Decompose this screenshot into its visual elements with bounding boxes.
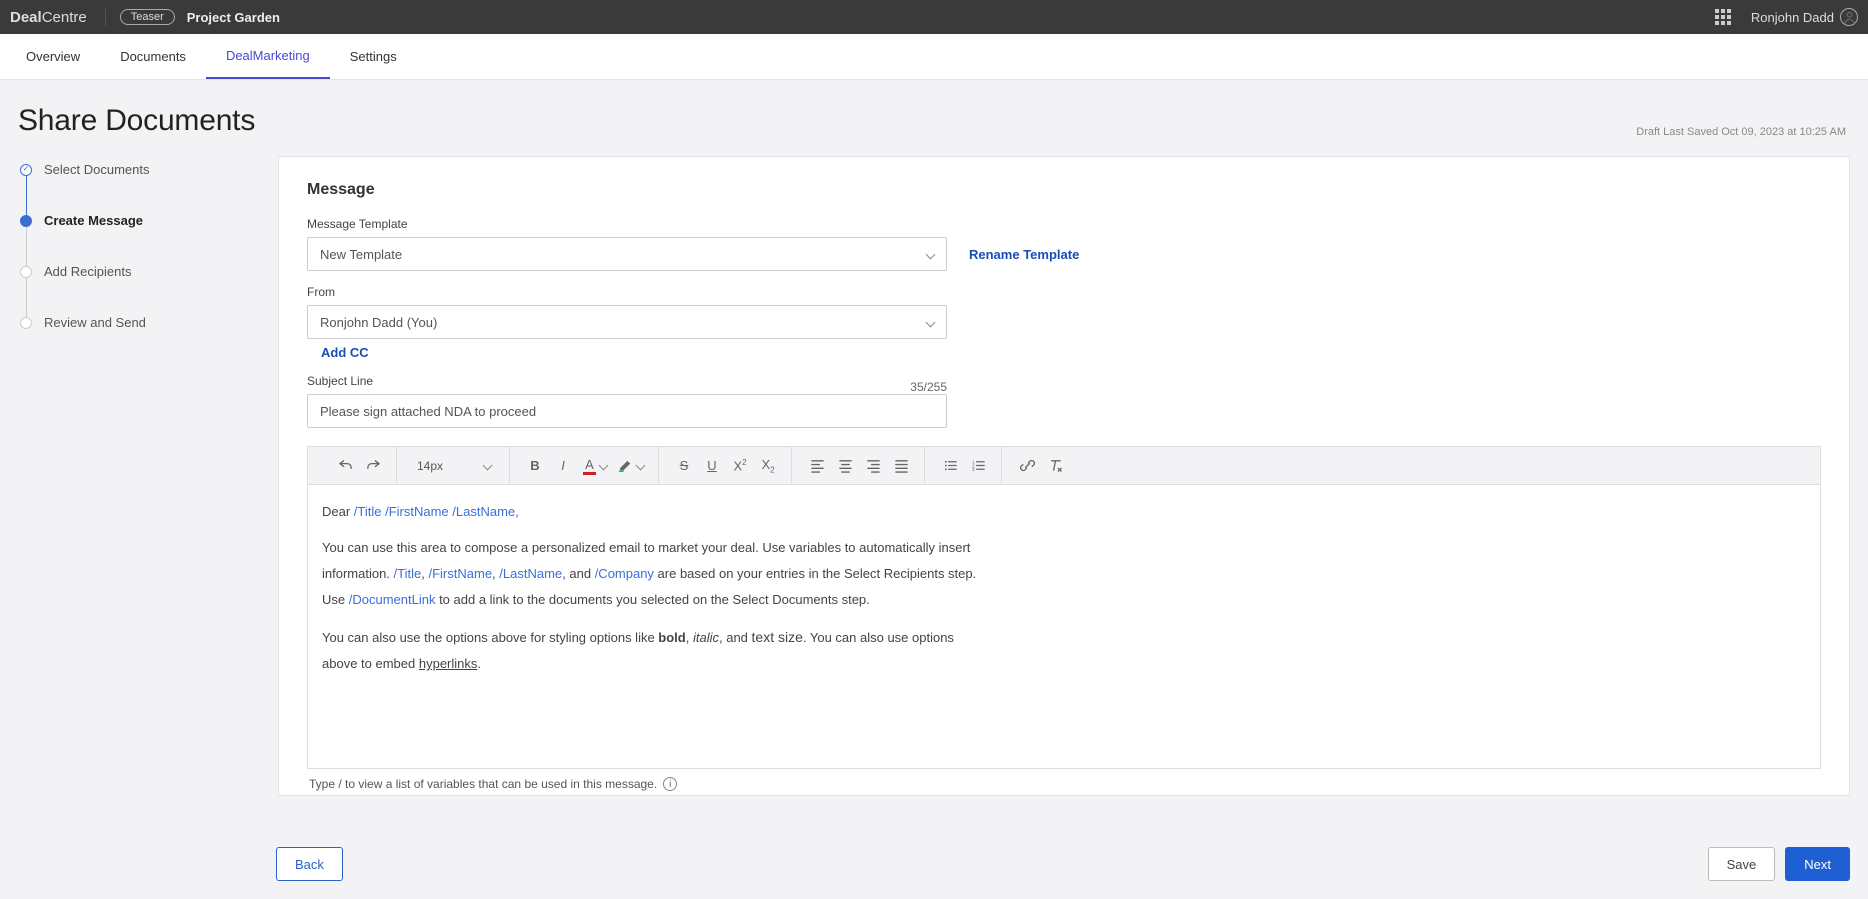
apps-icon[interactable]: [1715, 9, 1731, 25]
editor-variable: /Title /FirstName /LastName: [354, 504, 515, 519]
logo: DealCentre: [10, 9, 106, 26]
wizard-footer: Back Save Next: [0, 829, 1868, 899]
highlight-button[interactable]: [614, 453, 648, 479]
editor-text: ,: [686, 630, 693, 645]
main-tabs: Overview Documents DealMarketing Setting…: [0, 34, 1868, 80]
editor-bold: bold: [658, 630, 685, 645]
subject-input[interactable]: [307, 394, 947, 428]
superscript-button[interactable]: X2: [727, 453, 753, 479]
align-right-button[interactable]: [860, 453, 886, 479]
editor-text: , and: [562, 566, 595, 581]
redo-button[interactable]: [360, 453, 386, 479]
strikethrough-button[interactable]: S: [671, 453, 697, 479]
tab-settings[interactable]: Settings: [330, 35, 417, 78]
step-add-recipients[interactable]: Add Recipients: [18, 264, 258, 315]
chevron-down-icon: [483, 461, 493, 471]
app-header: DealCentre Teaser Project Garden Ronjohn…: [0, 0, 1868, 34]
font-size-value: 14px: [417, 459, 443, 473]
font-size-select[interactable]: 14px: [409, 453, 499, 479]
from-select[interactable]: Ronjohn Dadd (You): [307, 305, 947, 339]
next-button[interactable]: Next: [1785, 847, 1850, 881]
editor-variable: /Title: [394, 566, 422, 581]
project-name: Project Garden: [187, 10, 280, 25]
step-select-documents[interactable]: Select Documents: [18, 162, 258, 213]
draft-saved-text: Draft Last Saved Oct 09, 2023 at 10:25 A…: [1636, 126, 1846, 138]
editor-italic: italic: [693, 630, 719, 645]
italic-button[interactable]: I: [550, 453, 576, 479]
from-label: From: [307, 285, 1821, 299]
align-left-button[interactable]: [804, 453, 830, 479]
editor-text: You can also use the options above for s…: [322, 630, 658, 645]
step-review-send[interactable]: Review and Send: [18, 315, 258, 366]
avatar[interactable]: [1840, 8, 1858, 26]
editor-toolbar: 14px B I A S U X2 X2: [307, 446, 1821, 484]
hint-text: Type / to view a list of variables that …: [309, 777, 657, 791]
editor-text: , and: [719, 630, 752, 645]
editor-text: ,: [515, 504, 519, 519]
number-list-button[interactable]: 123: [965, 453, 991, 479]
back-button[interactable]: Back: [276, 847, 343, 881]
tab-dealmarketing[interactable]: DealMarketing: [206, 34, 330, 79]
editor-text: Dear: [322, 504, 354, 519]
tab-overview[interactable]: Overview: [6, 35, 100, 78]
section-title: Message: [307, 181, 1821, 199]
editor-variable: /FirstName: [428, 566, 492, 581]
logo-light: Centre: [42, 9, 87, 26]
template-label: Message Template: [307, 217, 1821, 231]
chevron-down-icon: [926, 249, 936, 259]
info-icon[interactable]: i: [663, 777, 677, 791]
editor-text: .: [477, 656, 481, 671]
teaser-badge: Teaser: [120, 9, 175, 25]
chevron-down-icon: [636, 461, 646, 471]
template-value: New Template: [320, 247, 402, 262]
template-select[interactable]: New Template: [307, 237, 947, 271]
editor-hyperlink: hyperlinks: [419, 656, 478, 671]
tab-documents[interactable]: Documents: [100, 35, 206, 78]
subject-counter: 35/255: [910, 380, 947, 394]
editor-variable: /LastName: [499, 566, 562, 581]
svg-text:3: 3: [971, 467, 974, 472]
variable-hint: Type / to view a list of variables that …: [307, 769, 1821, 791]
message-body-editor[interactable]: Dear /Title /FirstName /LastName, You ca…: [307, 484, 1821, 769]
step-label: Add Recipients: [44, 264, 131, 279]
step-label: Create Message: [44, 213, 143, 228]
bold-button[interactable]: B: [522, 453, 548, 479]
user-name[interactable]: Ronjohn Dadd: [1751, 10, 1834, 25]
align-center-button[interactable]: [832, 453, 858, 479]
add-cc-link[interactable]: Add CC: [321, 345, 369, 360]
rename-template-link[interactable]: Rename Template: [969, 247, 1079, 262]
undo-button[interactable]: [332, 453, 358, 479]
chevron-down-icon: [598, 461, 608, 471]
align-justify-button[interactable]: [888, 453, 914, 479]
step-create-message[interactable]: Create Message: [18, 213, 258, 264]
subscript-button[interactable]: X2: [755, 453, 781, 479]
link-button[interactable]: [1014, 453, 1040, 479]
save-button[interactable]: Save: [1708, 847, 1776, 881]
underline-button[interactable]: U: [699, 453, 725, 479]
bullet-list-button[interactable]: [937, 453, 963, 479]
subject-label: Subject Line: [307, 374, 373, 388]
editor-variable: /DocumentLink: [349, 592, 436, 607]
editor-text: to add a link to the documents you selec…: [435, 592, 869, 607]
page-title: Share Documents: [18, 104, 255, 138]
wizard-stepper: Select Documents Create Message Add Reci…: [18, 156, 258, 796]
editor-variable: /Company: [595, 566, 654, 581]
logo-bold: Deal: [10, 9, 42, 26]
from-value: Ronjohn Dadd (You): [320, 315, 437, 330]
message-card: Message Message Template New Template Re…: [278, 156, 1850, 796]
text-color-button[interactable]: A: [578, 453, 612, 479]
chevron-down-icon: [926, 317, 936, 327]
step-label: Select Documents: [44, 162, 150, 177]
editor-textsize: text size: [752, 629, 803, 645]
step-label: Review and Send: [44, 315, 146, 330]
clear-format-button[interactable]: [1042, 453, 1068, 479]
